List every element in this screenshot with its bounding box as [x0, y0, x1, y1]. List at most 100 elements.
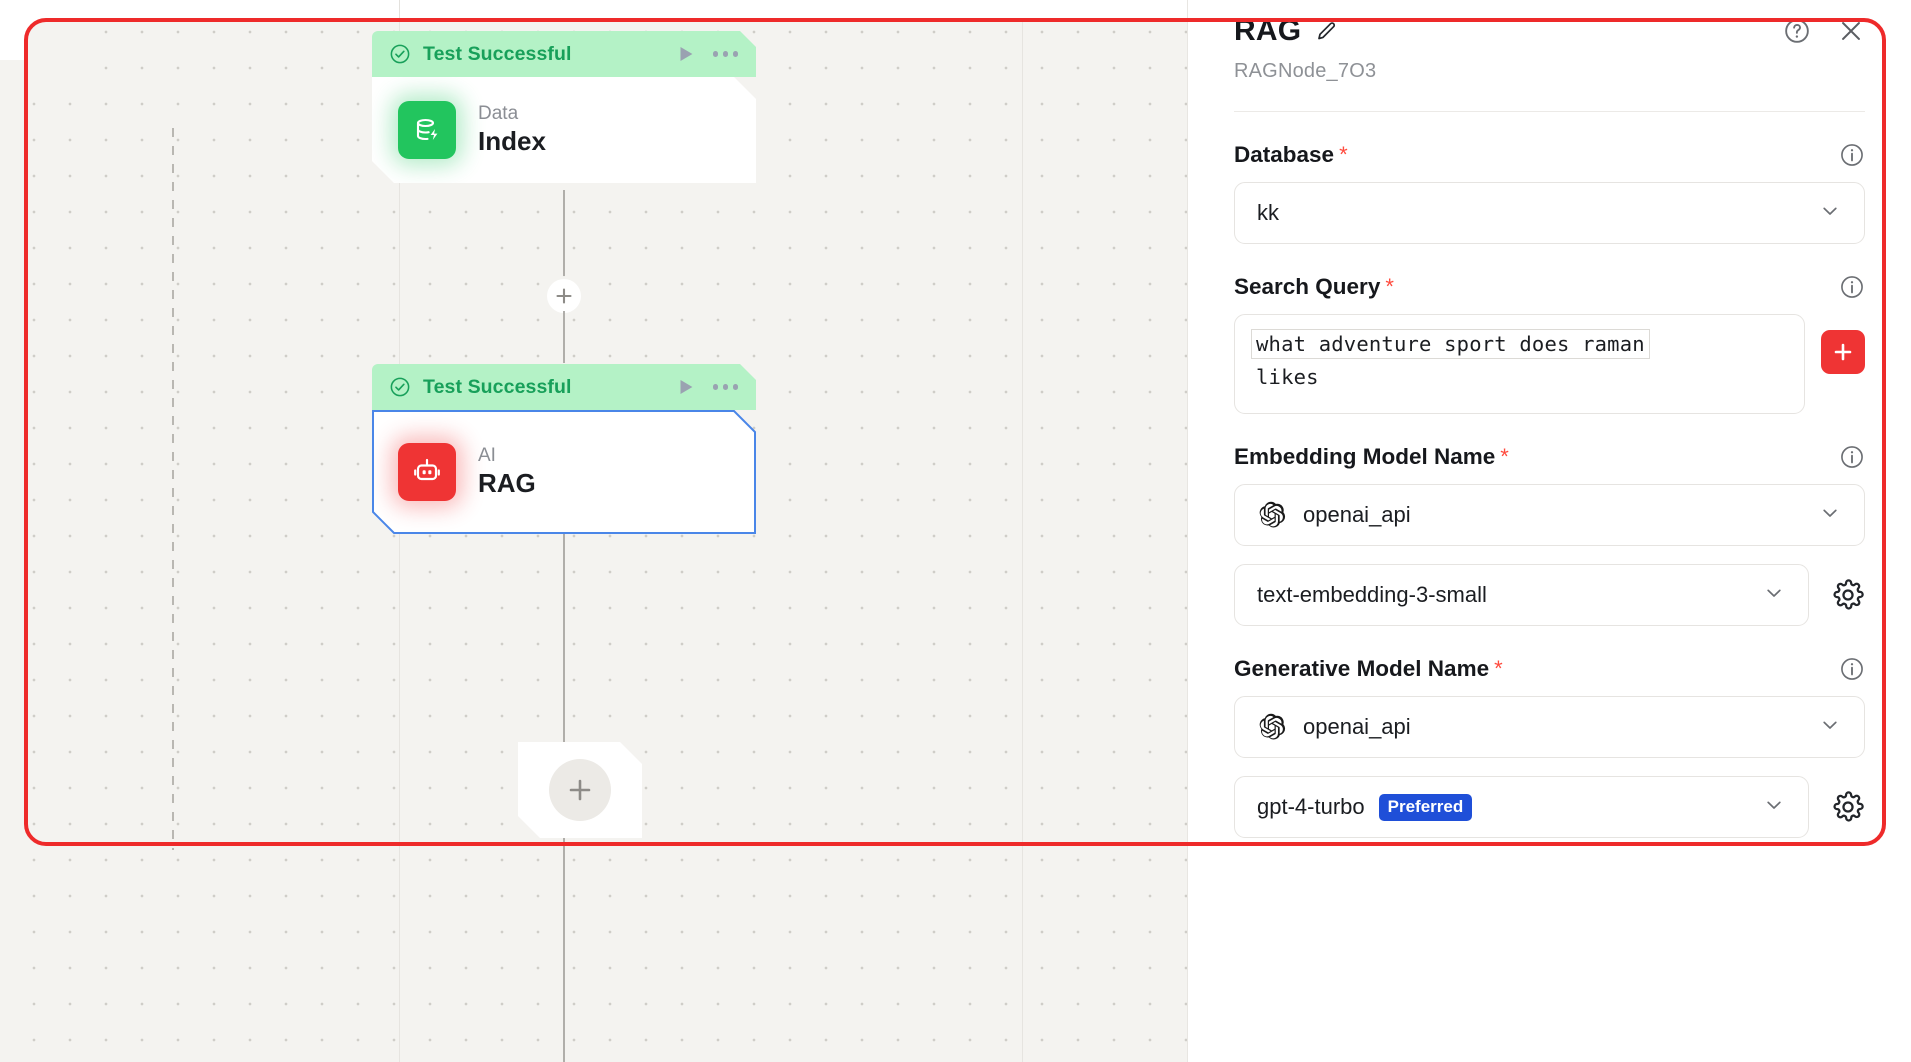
node-kind-label: Data [478, 102, 519, 124]
embedding-model-label: Embedding Model Name [1234, 444, 1496, 469]
node-more-menu-button[interactable] [711, 45, 741, 63]
workflow-canvas[interactable]: Test Successful Data Index Test Successf… [0, 0, 1187, 1062]
robot-ai-icon [398, 443, 456, 501]
add-search-query-button[interactable] [1821, 330, 1865, 374]
database-value: kk [1257, 200, 1279, 225]
close-glyph [1842, 22, 1860, 40]
node-meta: Data Index [478, 103, 546, 158]
generative-model-value: gpt-4-turbo [1257, 794, 1365, 819]
info-icon[interactable] [1839, 656, 1865, 682]
embedding-provider-select[interactable]: openai_api [1234, 484, 1865, 546]
gear-glyph [1833, 579, 1864, 610]
check-circle-icon [389, 376, 411, 398]
openai-glyph [1259, 713, 1286, 740]
info-icon[interactable] [1839, 444, 1865, 470]
field-embedding-model: Embedding Model Name * openai_api text-e… [1234, 444, 1865, 626]
divider [1234, 111, 1865, 112]
info-glyph [1841, 658, 1863, 680]
plus-icon [567, 777, 593, 803]
canvas-top-strip [0, 0, 1187, 20]
field-label-row: Generative Model Name * [1234, 656, 1865, 682]
check-circle-icon [389, 43, 411, 65]
embedding-model-select[interactable]: text-embedding-3-small [1234, 564, 1809, 626]
field-label-row: Database * [1234, 142, 1865, 168]
connector-line [563, 838, 565, 1062]
add-node-circle[interactable] [549, 759, 611, 821]
chevron-glyph [1823, 509, 1837, 517]
page-title: RAG [1234, 14, 1302, 47]
status-badge: Preferred [1378, 793, 1473, 821]
node-more-menu-button[interactable] [711, 378, 741, 396]
help-circle-icon[interactable] [1783, 17, 1811, 45]
chevron-down-icon [1818, 713, 1842, 742]
pencil-glyph [1318, 22, 1336, 40]
search-query-row: what adventure sport does raman likes [1234, 314, 1865, 414]
database-index-icon [398, 101, 456, 159]
add-node-card[interactable] [518, 742, 642, 838]
database-glyph [411, 114, 443, 146]
info-icon[interactable] [1839, 274, 1865, 300]
node-id-label: RAGNode_7O3 [1234, 60, 1377, 82]
required-marker: * [1494, 656, 1503, 681]
close-icon[interactable] [1837, 17, 1865, 45]
field-generative-model: Generative Model Name * openai_api gpt-4… [1234, 656, 1865, 838]
info-icon[interactable] [1839, 142, 1865, 168]
canvas-column-separator [1022, 20, 1023, 1062]
chevron-down-icon [1818, 199, 1842, 228]
gear-icon[interactable] [1831, 790, 1865, 824]
chevron-down-icon [1762, 793, 1786, 822]
embedding-model-row: text-embedding-3-small [1234, 564, 1865, 626]
generative-model-label: Generative Model Name [1234, 656, 1490, 681]
canvas-corner-mask [0, 0, 84, 78]
openai-icon [1257, 712, 1287, 742]
embedding-model-value: text-embedding-3-small [1257, 582, 1487, 607]
field-search-query: Search Query * what adventure sport does… [1234, 274, 1865, 414]
chevron-down-icon [1762, 581, 1786, 610]
database-select[interactable]: kk [1234, 182, 1865, 244]
gear-icon[interactable] [1831, 578, 1865, 612]
node-body[interactable]: AI RAG [372, 410, 756, 534]
panel-header-actions [1783, 17, 1865, 45]
search-query-value-line-2: likes [1256, 365, 1319, 389]
node-index[interactable]: Test Successful Data Index [372, 31, 756, 183]
openai-glyph [1259, 501, 1286, 528]
search-query-input[interactable]: what adventure sport does raman likes [1234, 314, 1805, 414]
node-status-label: Test Successful [423, 42, 572, 65]
generative-provider-value: openai_api [1303, 714, 1411, 739]
pencil-icon[interactable] [1315, 19, 1339, 43]
field-label-row: Search Query * [1234, 274, 1865, 300]
node-title-label: RAG [478, 468, 536, 499]
help-glyph [1785, 19, 1809, 43]
node-header: Test Successful [372, 364, 756, 410]
node-rag[interactable]: Test Successful AI RAG [372, 364, 756, 534]
plus-icon [556, 288, 572, 304]
generative-model-select[interactable]: gpt-4-turbo Preferred [1234, 776, 1809, 838]
info-glyph [1841, 276, 1863, 298]
plus-icon [1834, 343, 1852, 361]
inline-add-node-button[interactable] [547, 279, 581, 313]
chevron-glyph [1823, 721, 1837, 729]
node-properties-panel: RAG RAGNode_7O3 Database * kk Search Que… [1187, 0, 1911, 1062]
robot-glyph [411, 456, 443, 488]
connector-line [563, 311, 565, 363]
node-header: Test Successful [372, 31, 756, 77]
generative-provider-select[interactable]: openai_api [1234, 696, 1865, 758]
chevron-glyph [1767, 589, 1781, 597]
run-node-button[interactable] [675, 43, 697, 65]
info-glyph [1841, 446, 1863, 468]
chevron-down-icon [1818, 501, 1842, 530]
info-glyph [1841, 144, 1863, 166]
node-title-label: Index [478, 126, 546, 157]
search-query-value-line-1: what adventure sport does raman [1251, 329, 1650, 359]
alignment-guide-line [172, 128, 174, 850]
openai-icon [1257, 500, 1287, 530]
chevron-glyph [1767, 801, 1781, 809]
required-marker: * [1339, 142, 1348, 167]
node-body[interactable]: Data Index [372, 77, 756, 183]
node-status-label: Test Successful [423, 375, 572, 398]
run-node-button[interactable] [675, 376, 697, 398]
required-marker: * [1385, 274, 1394, 299]
gear-glyph [1833, 791, 1864, 822]
node-meta: AI RAG [478, 445, 536, 500]
embedding-provider-value: openai_api [1303, 502, 1411, 527]
